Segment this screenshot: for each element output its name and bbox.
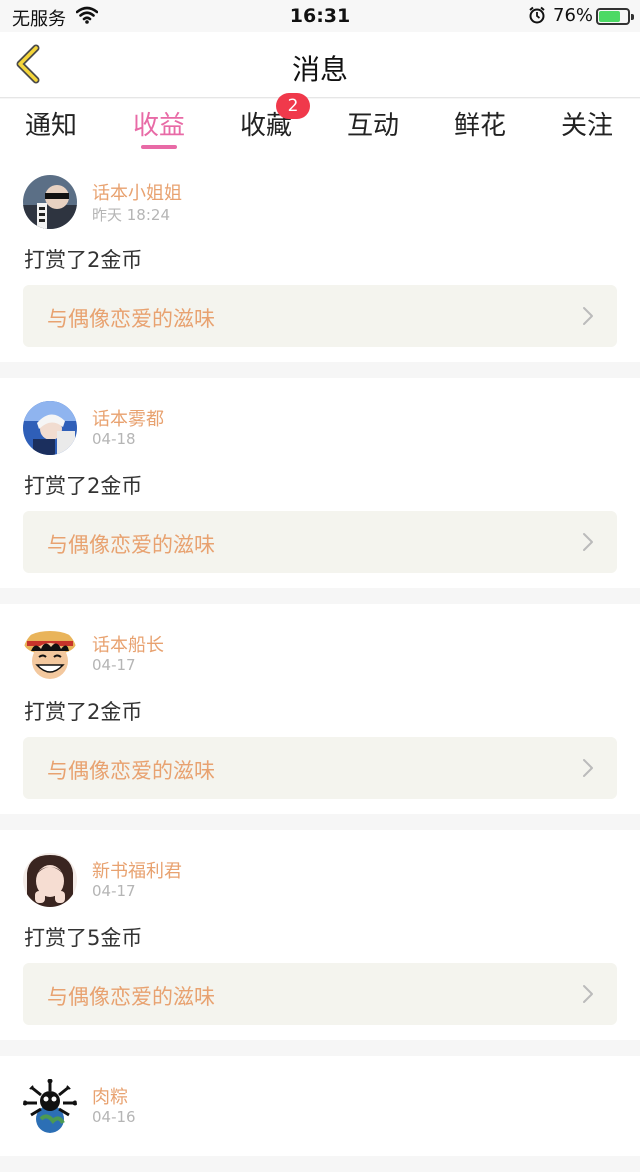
reward-text: 打赏了5金币: [24, 926, 143, 950]
username[interactable]: 话本船长: [92, 631, 164, 657]
battery-fill: [599, 11, 620, 22]
timestamp: 04-17: [92, 882, 136, 900]
tab-interactions[interactable]: 互动: [328, 105, 418, 142]
book-link[interactable]: 与偶像恋爱的滋味: [23, 963, 617, 1025]
username[interactable]: 肉粽: [92, 1083, 128, 1109]
list-item: 话本小姐姐 昨天 18:24 打赏了2金币 与偶像恋爱的滋味: [0, 152, 640, 362]
chevron-right-icon: [581, 531, 595, 557]
list-item: 话本船长 04-17 打赏了2金币 与偶像恋爱的滋味: [0, 604, 640, 814]
list-item: 新书福利君 04-17 打赏了5金币 与偶像恋爱的滋味: [0, 830, 640, 1040]
battery-charging-icon: [596, 8, 634, 25]
book-title: 与偶像恋爱的滋味: [47, 759, 215, 783]
book-title: 与偶像恋爱的滋味: [47, 307, 215, 331]
list-item: 肉粽 04-16: [0, 1056, 640, 1156]
tab-bar: 通知 收益 收藏 2 互动 鲜花 关注: [0, 93, 640, 152]
avatar[interactable]: [23, 1079, 77, 1133]
timestamp: 04-17: [92, 656, 136, 674]
tab-favorites[interactable]: 收藏 2: [221, 93, 311, 142]
tab-label: 互动: [346, 111, 399, 141]
unread-badge: 2: [276, 93, 310, 119]
tab-flowers[interactable]: 鲜花: [435, 105, 525, 142]
tab-label: 通知: [24, 111, 77, 141]
avatar[interactable]: [23, 175, 77, 229]
reward-text: 打赏了2金币: [24, 700, 143, 724]
book-title: 与偶像恋爱的滋味: [47, 533, 215, 557]
tab-notifications[interactable]: 通知: [6, 105, 96, 142]
page-title: 消息: [291, 53, 348, 86]
timestamp: 04-16: [92, 1108, 136, 1126]
book-link[interactable]: 与偶像恋爱的滋味: [23, 737, 617, 799]
book-link[interactable]: 与偶像恋爱的滋味: [23, 285, 617, 347]
reward-text: 打赏了2金币: [24, 474, 143, 498]
username[interactable]: 话本小姐姐: [92, 179, 182, 205]
battery-percent: 76%: [553, 5, 594, 26]
earnings-feed: 话本小姐姐 昨天 18:24 打赏了2金币 与偶像恋爱的滋味 话本雾都 04-1…: [0, 152, 640, 1172]
tab-earnings[interactable]: 收益: [114, 105, 204, 149]
battery-nub: [631, 14, 634, 20]
avatar[interactable]: [23, 401, 77, 455]
tab-label: 鲜花: [453, 111, 506, 141]
tab-label: 关注: [560, 111, 613, 141]
chevron-right-icon: [581, 305, 595, 331]
avatar[interactable]: [23, 627, 77, 681]
chevron-right-icon: [581, 757, 595, 783]
timestamp: 04-18: [92, 430, 136, 448]
active-tab-indicator: [141, 145, 177, 149]
avatar[interactable]: [23, 853, 77, 907]
username[interactable]: 新书福利君: [92, 857, 182, 883]
status-bar: 无服务 16:31 76%: [0, 0, 640, 32]
navigation-bar: 消息: [0, 32, 640, 98]
reward-text: 打赏了2金币: [24, 248, 143, 272]
timestamp: 昨天 18:24: [92, 206, 170, 224]
book-link[interactable]: 与偶像恋爱的滋味: [23, 511, 617, 573]
book-title: 与偶像恋爱的滋味: [47, 985, 215, 1009]
tab-label: 收益: [132, 111, 185, 141]
chevron-right-icon: [581, 983, 595, 1009]
username[interactable]: 话本雾都: [92, 405, 164, 431]
tab-following[interactable]: 关注: [542, 105, 632, 142]
alarm-icon: [528, 6, 546, 29]
list-item: 话本雾都 04-18 打赏了2金币 与偶像恋爱的滋味: [0, 378, 640, 588]
